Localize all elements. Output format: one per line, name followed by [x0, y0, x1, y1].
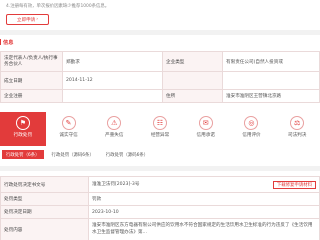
notice-text: 4.注册每有效，单次报价因素缺少推荐1000条信息。 — [6, 4, 110, 9]
detail-row: 行政处罚决定书文号 淮淮卫法罚[2023]-3号 下载修复申请材料 — [0, 176, 320, 193]
filter-chip[interactable]: 行政处罚（源码6条） — [102, 150, 152, 159]
filter-chip[interactable]: 行政处罚（6条） — [2, 150, 44, 159]
tab-label: 诚实守信 — [59, 133, 78, 138]
company-type-value: 有限责任公司(自然人投资或 — [222, 51, 320, 72]
legal-rep-value: 郑勤求 — [62, 51, 163, 72]
empty-value — [222, 71, 320, 90]
detail-row: 处罚决定日期 2023-10-10 — [0, 205, 320, 219]
address-value: 淮安市淮阴区王营镇北京路 — [222, 89, 320, 103]
legal-rep-label: 法定代表人/负责人/执行事务合伙人 — [0, 51, 63, 72]
tab-credit-commitment[interactable]: ✉ 信用承诺 — [183, 112, 229, 146]
credit-tabs: ⚑ 行政处罚 ✎ 诚实守信 ⚠ 严重失信 ☷ 经营异常 ✉ 信用承诺 ◎ 信用评… — [0, 112, 320, 146]
honesty-icon: ✎ — [61, 116, 76, 130]
apply-button-label: 立即申请 — [16, 17, 36, 23]
tab-serious-dishonesty[interactable]: ⚠ 严重失信 — [91, 112, 137, 146]
detail-row: 处罚类型 罚款 — [0, 192, 320, 206]
info-row: 成立日期 2014-11-12 — [0, 71, 320, 90]
tab-penalty[interactable]: ⚑ 行政处罚 — [0, 112, 46, 146]
filter-chip[interactable]: 行政处罚（源码6条） — [48, 150, 98, 159]
notice-box: 4.注册每有效，单次报价因素缺少推荐1000条信息。 立即申请 › — [0, 0, 320, 30]
penalty-detail-table: 行政处罚决定书文号 淮淮卫法罚[2023]-3号 下载修复申请材料 处罚类型 罚… — [0, 176, 320, 240]
info-row: 企业注册 住所 淮安市淮阴区王营镇北京路 — [0, 89, 320, 103]
chevron-right-icon: › — [36, 17, 39, 22]
tab-judgment[interactable]: ⚖ 司法判决 — [274, 112, 320, 146]
penalty-type-value: 罚款 — [88, 192, 320, 206]
tab-credit-rating[interactable]: ◎ 信用评价 — [229, 112, 275, 146]
tab-label: 经营异常 — [150, 133, 170, 138]
judgment-icon: ⚖ — [290, 116, 305, 130]
tab-honesty[interactable]: ✎ 诚实守信 — [46, 112, 92, 146]
penalty-content-value: 淮安市淮阴区东方电器有限公司供应的饮用水不符合国家规定的生活饮用水卫生标准的行为… — [88, 218, 320, 240]
founded-label: 成立日期 — [0, 71, 63, 90]
tab-label: 信用承诺 — [196, 133, 215, 138]
penalty-icon: ⚑ — [15, 116, 30, 130]
tab-business-abnormal[interactable]: ☷ 经营异常 — [137, 112, 183, 146]
penalty-filters: 行政处罚（6条） 行政处罚（源码6条） 行政处罚（源码6条） — [0, 150, 320, 161]
empty-label — [162, 71, 223, 90]
commitment-icon: ✉ — [198, 116, 213, 130]
info-row: 法定代表人/负责人/执行事务合伙人 郑勤求 企业类型 有限责任公司(自然人投资或 — [0, 51, 320, 72]
business-icon: ☷ — [153, 116, 168, 130]
rating-icon: ◎ — [244, 116, 259, 130]
tab-label: 行政处罚 — [13, 133, 33, 138]
penalty-type-label: 处罚类型 — [0, 192, 89, 206]
download-materials-button[interactable]: 下载修复申请材料 — [272, 180, 316, 189]
tab-label: 严重失信 — [105, 133, 124, 138]
divider — [0, 166, 320, 171]
tab-label: 司法判决 — [287, 133, 307, 138]
basic-info-table: 法定代表人/负责人/执行事务合伙人 郑勤求 企业类型 有限责任公司(自然人投资或… — [0, 51, 320, 103]
doc-no-value: 淮淮卫法罚[2023]-3号 — [92, 181, 140, 187]
decision-date-label: 处罚决定日期 — [0, 205, 89, 219]
divider — [0, 30, 320, 35]
penalty-content-label: 处罚内容 — [0, 218, 89, 240]
section-title: 信息 — [0, 39, 13, 46]
registration-label: 企业注册 — [0, 89, 63, 103]
founded-value: 2014-11-12 — [62, 71, 163, 90]
detail-row: 处罚内容 淮安市淮阴区东方电器有限公司供应的饮用水不符合国家规定的生活饮用水卫生… — [0, 218, 320, 240]
apply-button[interactable]: 立即申请 › — [6, 14, 49, 25]
tab-label: 信用评价 — [242, 133, 261, 138]
address-label: 住所 — [162, 89, 223, 103]
doc-no-label: 行政处罚决定书文号 — [0, 176, 89, 193]
warning-icon: ⚠ — [107, 116, 122, 130]
decision-date-value: 2023-10-10 — [88, 205, 320, 219]
registration-value — [62, 89, 163, 103]
company-type-label: 企业类型 — [162, 51, 223, 72]
doc-no-cell: 淮淮卫法罚[2023]-3号 下载修复申请材料 — [88, 176, 320, 193]
